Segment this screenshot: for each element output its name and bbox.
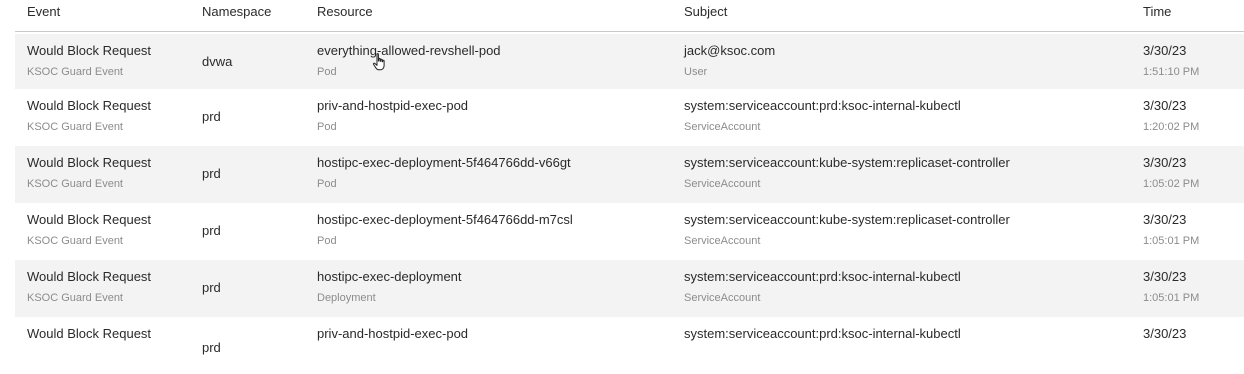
time-value: 1:51:10 PM (1143, 66, 1200, 78)
date-value: 3/30/23 (1143, 212, 1187, 227)
event-type: KSOC Guard Event (27, 66, 123, 78)
resource-kind: Pod (317, 235, 337, 247)
column-header-time[interactable]: Time (1143, 0, 1244, 31)
table-row[interactable]: Would Block Request KSOC Guard Event prd… (15, 260, 1244, 317)
date-value: 3/30/23 (1143, 326, 1187, 341)
time-cell: 3/30/23 1:05:02 PM (1143, 146, 1244, 203)
resource-cell: priv-and-hostpid-exec-pod (317, 317, 684, 374)
subject-cell: system:serviceaccount:kube-system:replic… (684, 203, 1143, 260)
subject-name: system:serviceaccount:kube-system:replic… (684, 212, 1010, 227)
event-name: Would Block Request (27, 326, 152, 341)
resource-cell: hostipc-exec-deployment-5f464766dd-m7csl… (317, 203, 684, 260)
event-type: KSOC Guard Event (27, 235, 123, 247)
event-name: Would Block Request (27, 43, 152, 58)
event-name: Would Block Request (27, 98, 152, 113)
resource-cell: priv-and-hostpid-exec-pod Pod (317, 89, 684, 146)
subject-name: system:serviceaccount:prd:ksoc-internal-… (684, 326, 961, 341)
time-cell: 3/30/23 1:05:01 PM (1143, 260, 1244, 317)
subject-kind: ServiceAccount (684, 178, 761, 190)
resource-name[interactable]: hostipc-exec-deployment-5f464766dd-m7csl (317, 212, 573, 228)
event-name: Would Block Request (27, 212, 152, 227)
table-row[interactable]: Would Block Request KSOC Guard Event prd… (15, 89, 1244, 146)
namespace-cell: prd (202, 146, 317, 203)
date-value: 3/30/23 (1143, 43, 1187, 58)
namespace-value: dvwa (202, 54, 233, 69)
event-cell: Would Block Request (15, 317, 202, 374)
subject-kind: User (684, 66, 708, 78)
table-row[interactable]: Would Block Request KSOC Guard Event prd… (15, 146, 1244, 203)
column-header-namespace[interactable]: Namespace (202, 0, 317, 31)
namespace-value: prd (202, 109, 221, 124)
namespace-cell: prd (202, 317, 317, 374)
table-row[interactable]: Would Block Request prd priv-and-hostpid… (15, 317, 1244, 374)
event-cell: Would Block Request KSOC Guard Event (15, 34, 202, 89)
subject-name: system:serviceaccount:kube-system:replic… (684, 155, 1010, 170)
time-value: 1:20:02 PM (1143, 121, 1200, 133)
event-type: KSOC Guard Event (27, 178, 123, 190)
time-value: 1:05:01 PM (1143, 235, 1200, 247)
subject-kind: ServiceAccount (684, 235, 761, 247)
subject-kind: ServiceAccount (684, 292, 761, 304)
event-cell: Would Block Request KSOC Guard Event (15, 89, 202, 146)
column-header-resource[interactable]: Resource (317, 0, 684, 31)
event-type: KSOC Guard Event (27, 292, 123, 304)
resource-name[interactable]: priv-and-hostpid-exec-pod (317, 326, 468, 342)
time-cell: 3/30/23 1:51:10 PM (1143, 34, 1244, 89)
namespace-cell: prd (202, 89, 317, 146)
subject-cell: system:serviceaccount:kube-system:replic… (684, 146, 1143, 203)
subject-cell: system:serviceaccount:prd:ksoc-internal-… (684, 89, 1143, 146)
subject-name: system:serviceaccount:prd:ksoc-internal-… (684, 269, 961, 284)
resource-name[interactable]: everything-allowed-revshell-pod (317, 43, 501, 59)
time-cell: 3/30/23 (1143, 317, 1244, 374)
date-value: 3/30/23 (1143, 155, 1187, 170)
event-name: Would Block Request (27, 155, 152, 170)
time-cell: 3/30/23 1:05:01 PM (1143, 203, 1244, 260)
time-value: 1:05:02 PM (1143, 178, 1200, 190)
table-row[interactable]: Would Block Request KSOC Guard Event prd… (15, 203, 1244, 260)
namespace-value: prd (202, 280, 221, 295)
date-value: 3/30/23 (1143, 98, 1187, 113)
resource-kind: Pod (317, 121, 337, 133)
resource-kind: Deployment (317, 292, 376, 304)
subject-name: system:serviceaccount:prd:ksoc-internal-… (684, 98, 961, 113)
event-cell: Would Block Request KSOC Guard Event (15, 146, 202, 203)
resource-name[interactable]: hostipc-exec-deployment (317, 269, 462, 285)
table-header: Event Namespace Resource Subject Time (15, 0, 1244, 32)
resource-kind: Pod (317, 66, 337, 78)
namespace-value: prd (202, 223, 221, 238)
resource-kind: Pod (317, 178, 337, 190)
subject-kind: ServiceAccount (684, 121, 761, 133)
namespace-cell: prd (202, 203, 317, 260)
subject-cell: system:serviceaccount:prd:ksoc-internal-… (684, 260, 1143, 317)
column-header-event[interactable]: Event (15, 0, 202, 31)
resource-name[interactable]: priv-and-hostpid-exec-pod (317, 98, 468, 114)
event-type: KSOC Guard Event (27, 121, 123, 133)
event-cell: Would Block Request KSOC Guard Event (15, 203, 202, 260)
subject-name: jack@ksoc.com (684, 43, 776, 58)
namespace-cell: prd (202, 260, 317, 317)
event-cell: Would Block Request KSOC Guard Event (15, 260, 202, 317)
date-value: 3/30/23 (1143, 269, 1187, 284)
namespace-cell: dvwa (202, 34, 317, 89)
pointer-hand-icon (372, 53, 385, 71)
namespace-value: prd (202, 166, 221, 181)
event-name: Would Block Request (27, 269, 152, 284)
resource-cell: hostipc-exec-deployment-5f464766dd-v66gt… (317, 146, 684, 203)
events-table: Event Namespace Resource Subject Time Wo… (15, 0, 1244, 374)
time-cell: 3/30/23 1:20:02 PM (1143, 89, 1244, 146)
resource-cell: hostipc-exec-deployment Deployment (317, 260, 684, 317)
time-value: 1:05:01 PM (1143, 292, 1200, 304)
column-header-subject[interactable]: Subject (684, 0, 1143, 31)
namespace-value: prd (202, 340, 221, 355)
table-row[interactable]: Would Block Request KSOC Guard Event dvw… (15, 34, 1244, 89)
resource-name[interactable]: hostipc-exec-deployment-5f464766dd-v66gt (317, 155, 571, 171)
subject-cell: system:serviceaccount:prd:ksoc-internal-… (684, 317, 1143, 374)
subject-cell: jack@ksoc.com User (684, 34, 1143, 89)
